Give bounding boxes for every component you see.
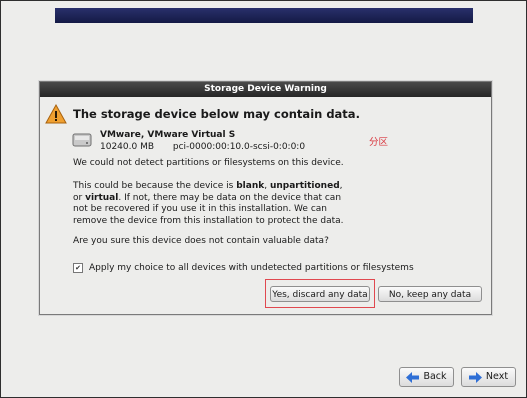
device-name: VMware, VMware Virtual S xyxy=(100,130,236,140)
dialog-headline: The storage device below may contain dat… xyxy=(73,107,360,121)
next-arrow-icon xyxy=(468,371,482,383)
device-size: 10240.0 MB xyxy=(100,142,155,152)
device-path: pci-0000:00:10.0-scsi-0:0:0:0 xyxy=(172,142,306,152)
back-arrow-icon xyxy=(406,371,420,383)
no-partitions-text: We could not detect partitions or filesy… xyxy=(73,158,344,168)
confirm-question: Are you sure this device does not contai… xyxy=(73,236,329,246)
dialog-title: Storage Device Warning xyxy=(40,82,491,97)
next-label: Next xyxy=(485,371,509,382)
storage-warning-dialog: Storage Device Warning The storage devic… xyxy=(39,81,492,315)
device-info: VMware, VMware Virtual S 10240.0 MB pci-… xyxy=(72,129,305,153)
explanation-text: This could be because the device is blan… xyxy=(73,181,344,226)
apply-all-checkbox[interactable]: ✔ xyxy=(73,263,83,273)
installer-window: Storage Device Warning The storage devic… xyxy=(0,0,527,398)
apply-all-row[interactable]: ✔ Apply my choice to all devices with un… xyxy=(73,263,414,273)
apply-all-label: Apply my choice to all devices with unde… xyxy=(89,263,414,273)
discard-data-button[interactable]: Yes, discard any data xyxy=(270,286,370,302)
warning-icon xyxy=(45,104,67,124)
back-button[interactable]: Back xyxy=(399,367,454,387)
back-label: Back xyxy=(423,371,447,382)
installer-banner xyxy=(55,8,473,23)
keep-data-button[interactable]: No, keep any data xyxy=(378,286,482,302)
next-button[interactable]: Next xyxy=(461,367,516,387)
hard-disk-icon xyxy=(72,133,92,147)
annotation-text: 分区 xyxy=(369,137,389,148)
warning-header: The storage device below may contain dat… xyxy=(45,104,360,124)
